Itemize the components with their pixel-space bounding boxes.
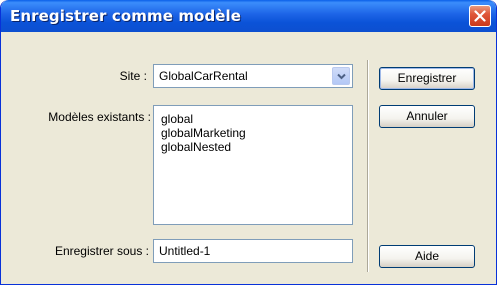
chevron-down-icon: [337, 73, 346, 80]
close-button[interactable]: [469, 5, 491, 27]
templates-list[interactable]: global globalMarketing globalNested: [153, 105, 353, 225]
site-select[interactable]: GlobalCarRental: [153, 64, 353, 88]
vertical-divider: [367, 60, 369, 272]
list-item[interactable]: global: [161, 112, 193, 126]
cancel-button[interactable]: Annuler: [379, 105, 475, 128]
list-item[interactable]: globalNested: [161, 140, 231, 154]
save-as-input[interactable]: [153, 239, 353, 263]
dialog-title: Enregistrer comme modèle: [10, 7, 242, 25]
list-item[interactable]: globalMarketing: [161, 126, 246, 140]
save-as-label: Enregistrer sous :: [54, 244, 149, 258]
site-label: Site :: [119, 69, 147, 83]
save-button[interactable]: Enregistrer: [379, 67, 475, 90]
templates-label: Modèles existants :: [48, 110, 151, 124]
title-bar: Enregistrer comme modèle: [1, 0, 496, 32]
close-icon: [474, 10, 486, 22]
site-select-value: GlobalCarRental: [159, 69, 248, 83]
help-button[interactable]: Aide: [379, 245, 475, 268]
site-dropdown-button[interactable]: [332, 67, 350, 85]
save-as-template-dialog: Enregistrer comme modèle Site : GlobalCa…: [0, 0, 497, 285]
